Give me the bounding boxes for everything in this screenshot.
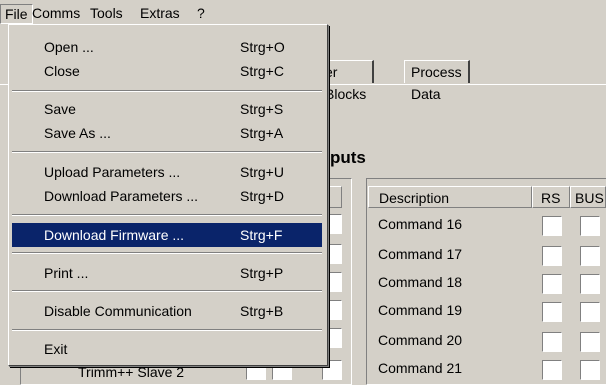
- rs-checkbox[interactable]: [542, 274, 562, 294]
- section-title: puts: [330, 148, 366, 167]
- bus-checkbox[interactable]: [580, 332, 600, 352]
- menu-tools-label: Tools: [90, 5, 123, 21]
- menu-separator: [12, 151, 322, 153]
- menu-separator: [12, 252, 322, 254]
- menu-item-disable-communication-shortcut: Strg+B: [240, 303, 284, 319]
- tab-parameter-blocks-label: er Blocks: [325, 64, 367, 102]
- menu-item-save[interactable]: Save Strg+S: [12, 97, 322, 121]
- menu-item-save-label: Save: [44, 101, 76, 117]
- menu-item-upload-parameters[interactable]: Upload Parameters ... Strg+U: [12, 160, 322, 184]
- menu-item-save-as-label: Save As ...: [44, 125, 111, 141]
- menu-item-exit[interactable]: Exit: [12, 337, 322, 361]
- row-description: Command 19: [378, 302, 463, 318]
- bus-checkbox[interactable]: [580, 246, 600, 266]
- menu-file-label: File: [5, 6, 28, 22]
- menu-separator: [12, 329, 322, 331]
- menu-item-upload-parameters-label: Upload Parameters ...: [44, 164, 181, 180]
- header-rs: RS: [532, 186, 570, 208]
- rs-checkbox[interactable]: [542, 246, 562, 266]
- menu-item-open[interactable]: Open ... Strg+O: [12, 35, 322, 59]
- menu-item-upload-parameters-shortcut: Strg+U: [240, 164, 284, 180]
- bus-checkbox[interactable]: [580, 274, 600, 294]
- menu-item-exit-label: Exit: [44, 341, 68, 357]
- header-description: Description: [368, 186, 532, 208]
- menu-comms-label: Comms: [32, 5, 81, 21]
- menu-extras-label: Extras: [140, 5, 180, 21]
- menu-help[interactable]: ?: [193, 4, 209, 22]
- menu-separator: [12, 290, 322, 292]
- header-bus: BUS: [570, 186, 606, 208]
- menu-item-close[interactable]: Close Strg+C: [12, 59, 322, 83]
- row-description: Command 17: [378, 246, 463, 262]
- menu-item-close-shortcut: Strg+C: [240, 63, 284, 79]
- menu-item-download-firmware-shortcut: Strg+F: [240, 227, 283, 243]
- tab-process-data[interactable]: Process Data: [404, 60, 470, 102]
- menu-item-save-as-shortcut: Strg+A: [240, 125, 284, 141]
- row-description: Command 16: [378, 216, 463, 232]
- row-description: Command 21: [378, 360, 463, 376]
- rs-checkbox[interactable]: [542, 216, 562, 236]
- menu-extras[interactable]: Extras: [136, 4, 184, 22]
- file-menu-dropdown: Open ... Strg+O Close Strg+C Save Strg+S…: [8, 24, 328, 366]
- menu-item-print-label: Print ...: [44, 265, 89, 281]
- menu-help-label: ?: [197, 5, 205, 21]
- menu-separator: [12, 90, 322, 92]
- menu-item-download-firmware-label: Download Firmware ...: [44, 227, 185, 243]
- menu-item-download-firmware[interactable]: Download Firmware ... Strg+F: [12, 223, 322, 247]
- menu-item-save-shortcut: Strg+S: [240, 101, 284, 117]
- menu-item-print-shortcut: Strg+P: [240, 265, 284, 281]
- rs-checkbox[interactable]: [542, 332, 562, 352]
- tab-process-data-label: Process Data: [411, 64, 462, 102]
- menu-item-save-as[interactable]: Save As ... Strg+A: [12, 121, 322, 145]
- menu-item-disable-communication-label: Disable Communication: [44, 303, 192, 319]
- rs-checkbox[interactable]: [542, 360, 562, 380]
- menu-item-open-label: Open ...: [44, 39, 94, 55]
- row-description: Command 20: [378, 332, 463, 348]
- bus-checkbox[interactable]: [580, 216, 600, 236]
- menu-item-close-label: Close: [44, 63, 80, 79]
- menu-item-download-parameters[interactable]: Download Parameters ... Strg+D: [12, 184, 322, 208]
- bus-checkbox[interactable]: [580, 360, 600, 380]
- bus-checkbox[interactable]: [580, 302, 600, 322]
- row-description: Command 18: [378, 274, 463, 290]
- menu-item-disable-communication[interactable]: Disable Communication Strg+B: [12, 299, 322, 323]
- menu-item-download-parameters-shortcut: Strg+D: [240, 188, 284, 204]
- menu-comms[interactable]: Comms: [28, 4, 84, 22]
- menu-item-download-parameters-label: Download Parameters ...: [44, 188, 199, 204]
- menu-tools[interactable]: Tools: [86, 4, 127, 22]
- rs-checkbox[interactable]: [542, 302, 562, 322]
- menu-bar: File Comms Tools Extras ?: [0, 0, 606, 24]
- menu-separator: [12, 214, 322, 216]
- menu-item-open-shortcut: Strg+O: [240, 39, 285, 55]
- menu-item-print[interactable]: Print ... Strg+P: [12, 261, 322, 285]
